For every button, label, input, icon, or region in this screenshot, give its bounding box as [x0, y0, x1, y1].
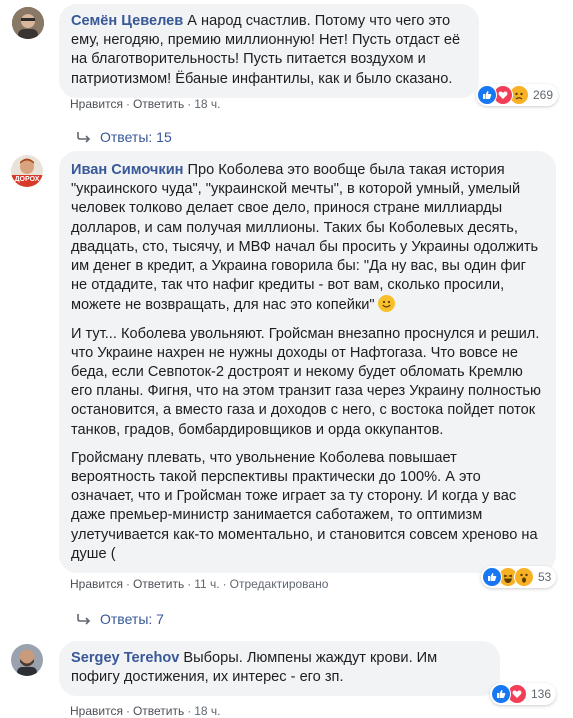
comment-author[interactable]: Sergey Terehov — [71, 650, 179, 666]
replies-label[interactable]: Ответы: 7 — [100, 611, 164, 627]
reply-link[interactable]: Ответить — [133, 577, 184, 591]
comment-bubble: Иван Симочкин Про Коболева это вообще был… — [59, 151, 556, 574]
reaction-count: 269 — [533, 88, 554, 102]
like-reaction-icon — [491, 684, 511, 704]
replies-link[interactable]: Ответы: 7 — [77, 611, 164, 627]
reply-link[interactable]: Ответить — [133, 704, 184, 718]
like-link[interactable]: Нравится — [70, 97, 123, 111]
comment-paragraph: Гройсману плевать, что увольнение Коболе… — [71, 449, 538, 562]
replies-link[interactable]: Ответы: 15 — [77, 129, 172, 145]
reaction-summary[interactable]: 53 — [481, 566, 557, 588]
comment-bubble: Семён Цевелев А народ счастлив. Потому чт… — [59, 4, 479, 98]
separator-dot: · — [187, 704, 192, 718]
avatar-photo-icon — [12, 7, 44, 39]
reply-arrow-icon — [77, 132, 91, 143]
replies-label[interactable]: Ответы: 15 — [100, 129, 172, 145]
avatar-caption: ДОРОХ — [14, 176, 40, 183]
comment-text: Про Коболева это вообще была такая истор… — [71, 162, 539, 314]
comment-author[interactable]: Семён Цевелев — [71, 13, 183, 29]
reaction-count: 136 — [531, 687, 552, 701]
comment-paragraph: Иван Симочкин Про Коболева это вообще был… — [71, 161, 544, 316]
separator-dot: · — [187, 577, 192, 591]
separator-dot: · — [125, 97, 130, 111]
like-link[interactable]: Нравится — [70, 577, 123, 591]
like-link[interactable]: Нравится — [70, 704, 123, 718]
comment-paragraph: И тут... Коболева увольняют. Гройсман вн… — [71, 325, 541, 438]
separator-dot: · — [125, 704, 130, 718]
comment-author[interactable]: Иван Симочкин — [71, 162, 183, 178]
edited-label[interactable]: Отредактировано — [230, 577, 329, 591]
reply-link[interactable]: Ответить — [133, 97, 184, 111]
avatar[interactable]: ДОРОХ — [11, 155, 43, 187]
reply-arrow-icon — [77, 614, 91, 625]
avatar[interactable] — [12, 7, 44, 39]
separator-dot: · — [222, 577, 227, 591]
comment-time[interactable]: 18 ч. — [194, 704, 220, 718]
reaction-summary[interactable]: 136 — [490, 683, 557, 705]
reaction-count: 53 — [538, 570, 552, 584]
comment-actions: Нравится · Ответить · 18 ч. — [70, 97, 221, 111]
comment-time[interactable]: 18 ч. — [194, 97, 220, 111]
like-reaction-icon — [477, 85, 497, 105]
smile-emoji-icon — [377, 295, 395, 313]
separator-dot: · — [125, 577, 130, 591]
avatar[interactable] — [11, 644, 43, 676]
reaction-summary[interactable]: 269 — [476, 84, 559, 106]
comment-time[interactable]: 11 ч. — [194, 577, 219, 591]
avatar-photo-icon — [11, 644, 43, 676]
wow-reaction-icon — [514, 567, 534, 587]
separator-dot: · — [187, 97, 192, 111]
comment-bubble: Sergey Terehov Выборы. Люмпены жаждут кро… — [59, 641, 500, 697]
like-reaction-icon — [482, 567, 502, 587]
comment-actions: Нравится · Ответить · 11 ч. · Отредактировано — [70, 577, 328, 591]
comment-actions: Нравится · Ответить · 18 ч. — [70, 704, 221, 718]
